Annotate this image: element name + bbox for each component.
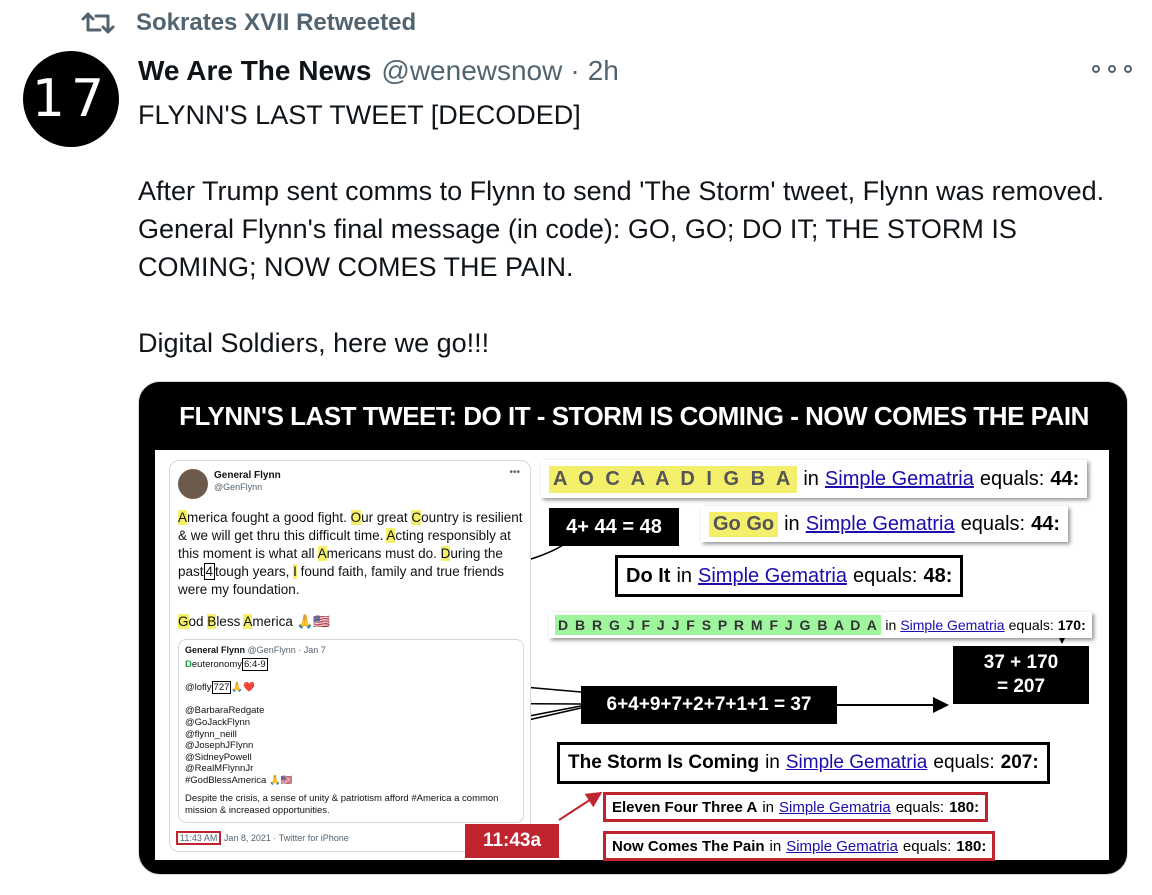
author-name[interactable]: We Are The News <box>138 55 371 87</box>
more-dot <box>1124 65 1132 73</box>
author-handle[interactable]: @wenewsnow <box>381 55 562 87</box>
gematria-row-6: Eleven Four Three A in Simple Gematria e… <box>603 792 989 822</box>
embedded-date: Jan 8, 2021 · Twitter for iPhone <box>223 833 349 843</box>
quoted-tweet-header: General Flynn @GenFlynn · Jan 7 <box>185 645 326 655</box>
embedded-tweet-card: General Flynn @GenFlynn ••• America foug… <box>169 460 531 852</box>
avatar[interactable]: 17 <box>23 51 119 147</box>
sum-box-3: 37 + 170 = 207 <box>953 646 1089 704</box>
tweet-header: We Are The News @wenewsnow · 2h <box>138 52 619 90</box>
tweet-paragraph: After Trump sent comms to Flynn to send … <box>138 176 1105 282</box>
time-tag: 11:43a <box>465 824 559 858</box>
embedded-author-name: General Flynn <box>214 470 281 481</box>
tweet-text: FLYNN'S LAST TWEET [DECODED] After Trump… <box>138 96 1128 362</box>
retweet-icon <box>81 12 115 34</box>
gematria-row-1: A O C A A D I G B A in Simple Gematria e… <box>541 460 1088 498</box>
embedded-author-handle: @GenFlynn <box>214 482 263 492</box>
retweeted-by-label: Sokrates XVII Retweeted <box>136 9 417 36</box>
avatar-text: 17 <box>31 69 111 129</box>
embedded-more-icon: ••• <box>509 467 520 478</box>
embedded-god-bless: God Bless America 🙏🇺🇸 <box>178 614 331 629</box>
embedded-time-box: 11:43 AM <box>176 831 222 845</box>
quoted-tweet: General Flynn @GenFlynn · Jan 7 Deuteron… <box>178 639 524 823</box>
sum-box-2: 6+4+9+7+2+7+1+1 = 37 <box>581 686 837 724</box>
tweet-paragraph: Digital Soldiers, here we go!!! <box>138 328 490 358</box>
image-content: General Flynn @GenFlynn ••• America foug… <box>155 450 1109 861</box>
more-dot <box>1092 65 1100 73</box>
retweet-indicator[interactable]: Sokrates XVII Retweeted <box>80 6 416 40</box>
quoted-tweet-lines: Deuteronomy 6:4-9 @lofly 727 🙏❤️ @BarbaraRe… <box>185 658 293 786</box>
gematria-row-4: D B R G J F J J F S P R M F J G B A D A … <box>549 612 1092 638</box>
more-dot <box>1108 65 1116 73</box>
gematria-row-2: Go Go in Simple Gematria equals: 44: <box>701 506 1069 542</box>
separator-dot: · <box>570 55 580 86</box>
gematria-row-7: Now Comes The Pain in Simple Gematria eq… <box>603 831 996 861</box>
embedded-tweet-text: America fought a good fight. Our great C… <box>178 510 523 597</box>
more-options-icon[interactable] <box>1092 58 1132 80</box>
gematria-row-5: The Storm Is Coming in Simple Gematria e… <box>557 742 1050 784</box>
embedded-tweet-meta: 11:43 AM Jan 8, 2021 · Twitter for iPhon… <box>176 831 349 845</box>
image-banner: FLYNN'S LAST TWEET: DO IT - STORM IS COM… <box>139 382 1127 450</box>
tweet-headline: FLYNN'S LAST TWEET [DECODED] <box>138 100 581 130</box>
embedded-avatar <box>178 469 208 499</box>
gematria-row-3: Do It in Simple Gematria equals: 48: <box>615 555 964 597</box>
tweet-timestamp[interactable]: 2h <box>588 55 619 87</box>
banner-text: FLYNN'S LAST TWEET: DO IT - STORM IS COM… <box>179 400 1089 431</box>
quoted-tweet-footer: Despite the crisis, a sense of unity & p… <box>185 793 499 816</box>
sum-box-1: 4+ 44 = 48 <box>549 508 679 546</box>
tweet-image[interactable]: FLYNN'S LAST TWEET: DO IT - STORM IS COM… <box>138 381 1128 875</box>
